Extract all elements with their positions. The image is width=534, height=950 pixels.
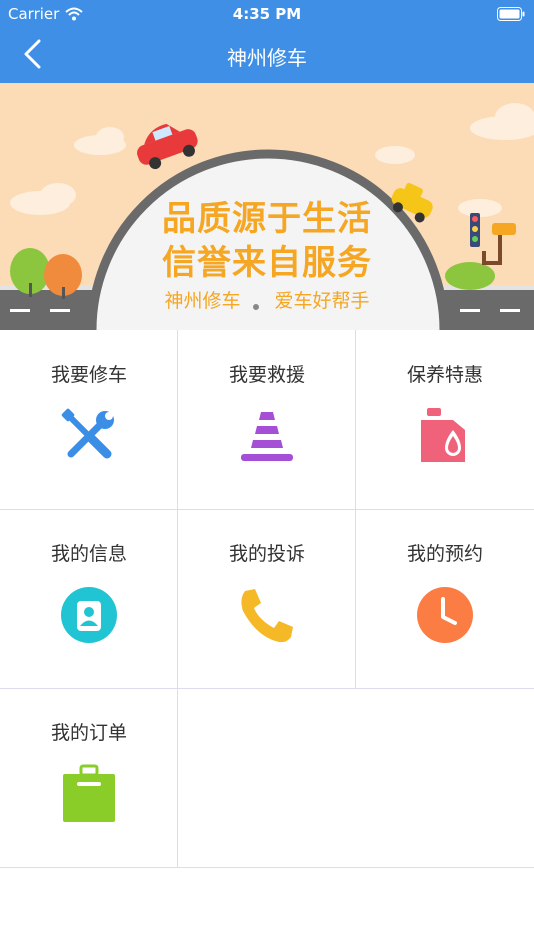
menu-item-label: 保养特惠 bbox=[406, 364, 483, 386]
traffic-cone-icon bbox=[241, 412, 293, 461]
menu-item-label: 我要救援 bbox=[228, 364, 305, 386]
top-bar: Carrier 4:35 PM 神州修车 bbox=[0, 0, 534, 83]
status-bar: Carrier 4:35 PM bbox=[0, 0, 534, 28]
page-title: 神州修车 bbox=[227, 46, 307, 70]
menu-item-my-info[interactable]: 我的信息 bbox=[0, 509, 178, 688]
menu-item-label: 我的预约 bbox=[406, 543, 483, 565]
phone-icon bbox=[241, 589, 293, 643]
banner-tagline-2: 爱车好帮手 bbox=[274, 290, 370, 312]
menu-item-label: 我要修车 bbox=[50, 364, 127, 386]
wrench-screwdriver-icon bbox=[61, 408, 114, 459]
grid-divider bbox=[177, 330, 178, 868]
clock-icon bbox=[417, 587, 473, 643]
banner-tagline-1: 神州修车 bbox=[164, 290, 241, 312]
banner-headline-2: 信誉来自服务 bbox=[162, 243, 372, 283]
promo-banner[interactable]: 品质源于生活 信誉来自服务 神州修车 爱车好帮手 bbox=[0, 83, 534, 330]
menu-item-my-orders[interactable]: 我的订单 bbox=[0, 688, 178, 867]
banner-tagline: 神州修车 爱车好帮手 bbox=[0, 286, 534, 313]
user-profile-icon bbox=[61, 587, 117, 643]
menu-item-my-complaints[interactable]: 我的投诉 bbox=[178, 509, 356, 688]
grid-divider bbox=[0, 688, 534, 689]
menu-item-maintenance-offer[interactable]: 保养特惠 bbox=[356, 330, 534, 509]
menu-item-my-appointments[interactable]: 我的预约 bbox=[356, 509, 534, 688]
banner-headline-1: 品质源于生活 bbox=[162, 199, 372, 239]
menu-item-label: 我的信息 bbox=[50, 543, 127, 565]
navigation-bar: 神州修车 bbox=[0, 28, 534, 83]
menu-item-label: 我的订单 bbox=[50, 722, 127, 744]
oil-can-icon bbox=[421, 408, 465, 462]
battery-icon bbox=[497, 7, 525, 21]
grid-divider bbox=[0, 867, 534, 868]
menu-item-repair[interactable]: 我要修车 bbox=[0, 330, 178, 509]
clipboard-icon bbox=[63, 764, 115, 822]
status-time: 4:35 PM bbox=[232, 5, 302, 23]
grid-divider bbox=[0, 509, 534, 510]
menu-item-rescue[interactable]: 我要救援 bbox=[178, 330, 356, 509]
menu-item-label: 我的投诉 bbox=[228, 543, 305, 565]
